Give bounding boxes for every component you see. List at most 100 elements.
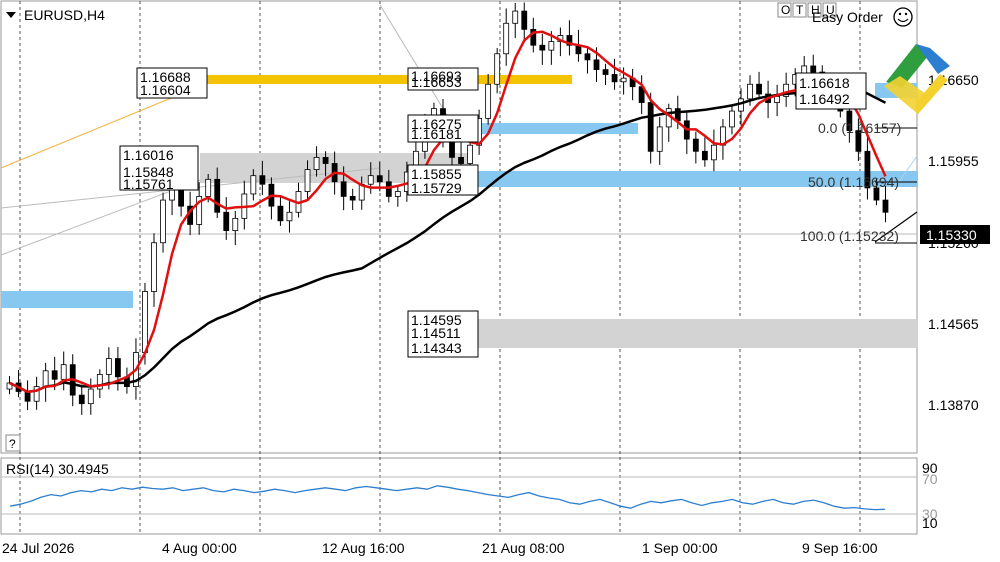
candle-body bbox=[747, 83, 753, 100]
rsi-level-label: 70 bbox=[922, 471, 938, 487]
time-tick: 1 Sep 00:00 bbox=[642, 540, 718, 556]
candle-body bbox=[313, 156, 320, 170]
candle-body bbox=[692, 138, 699, 152]
candle-body bbox=[494, 53, 501, 85]
toolbar-letter-o: O bbox=[781, 3, 790, 17]
symbol-title: EURUSD,H4 bbox=[24, 7, 105, 23]
rsi-title: RSI(14) 30.4945 bbox=[6, 461, 109, 477]
rsi-level-label: 10 bbox=[922, 515, 938, 531]
candle-body bbox=[87, 388, 94, 405]
smiley-icon bbox=[893, 7, 913, 27]
candle-body bbox=[105, 358, 112, 375]
zone-yellow bbox=[200, 75, 572, 84]
rsi-frame bbox=[0, 457, 918, 535]
candle-body bbox=[142, 291, 148, 353]
candle-body bbox=[701, 150, 708, 161]
time-tick: 9 Sep 16:00 bbox=[802, 540, 878, 556]
candle-body bbox=[250, 175, 257, 195]
candle-body bbox=[539, 44, 546, 51]
dropdown-triangle-icon bbox=[6, 12, 16, 18]
price-tick: 1.14565 bbox=[928, 316, 979, 332]
candle-body bbox=[322, 156, 329, 164]
candle-body bbox=[214, 178, 221, 213]
candle-body bbox=[656, 126, 663, 152]
rsi-axis: 90 70 30 10 bbox=[922, 460, 938, 531]
candle-body bbox=[51, 370, 58, 380]
question-label[interactable]: ? bbox=[9, 437, 16, 451]
candle-body bbox=[340, 181, 347, 197]
candle-body bbox=[548, 41, 555, 51]
level-label: 1.14343 bbox=[411, 340, 462, 356]
level-label: 1.16618 bbox=[799, 75, 850, 91]
level-label: 1.16653 bbox=[411, 74, 462, 90]
candle-body bbox=[304, 169, 311, 192]
candle-body bbox=[160, 199, 166, 244]
level-label: 1.16016 bbox=[123, 147, 174, 163]
level-label: 1.16604 bbox=[140, 82, 191, 98]
current-price-tag: 1.15330 bbox=[926, 227, 977, 243]
trendline-gray-3 bbox=[379, 4, 451, 121]
candle-body bbox=[232, 217, 239, 231]
level-label: 1.16492 bbox=[799, 91, 850, 107]
candle-body bbox=[277, 205, 284, 222]
level-label-group-1: 1.16688 1.16604 bbox=[136, 67, 208, 99]
candle-body bbox=[259, 175, 266, 185]
candle-body bbox=[774, 96, 781, 103]
candle-body bbox=[602, 69, 609, 75]
candle-body bbox=[512, 10, 519, 24]
toolbar-letter-t: T bbox=[796, 3, 804, 17]
candle-body bbox=[584, 53, 591, 61]
candle-body bbox=[205, 178, 212, 197]
level-label-group-2: 1.16016 1.15848 1.15761 bbox=[119, 145, 199, 192]
candle-body bbox=[611, 74, 618, 83]
candle-body bbox=[810, 65, 817, 73]
candle-body bbox=[458, 156, 464, 164]
zone-blue-middle-upper bbox=[478, 123, 638, 134]
price-tick: 1.13870 bbox=[928, 397, 979, 413]
time-tick: 12 Aug 16:00 bbox=[322, 540, 405, 556]
candle-body bbox=[729, 110, 735, 128]
candle-body bbox=[60, 364, 67, 380]
time-tick: 24 Jul 2026 bbox=[2, 540, 75, 556]
candle-body bbox=[42, 370, 49, 388]
rsi-line bbox=[9, 485, 885, 511]
candle-body bbox=[223, 211, 230, 231]
candle-body bbox=[394, 191, 401, 197]
candle-body bbox=[593, 59, 600, 71]
time-tick: 21 Aug 08:00 bbox=[482, 540, 565, 556]
fibo-label-100: 100.0 (1.15232) bbox=[800, 228, 899, 244]
level-label: 1.15729 bbox=[411, 180, 462, 196]
broker-logo-icon bbox=[884, 44, 950, 114]
chart-canvas: 1.16688 1.16604 1.16016 1.15848 1.15761 … bbox=[0, 0, 990, 556]
candle-body bbox=[367, 175, 374, 185]
fibo-label-50: 50.0 (1.15694) bbox=[808, 174, 899, 190]
candle-body bbox=[467, 144, 473, 164]
level-label-group-6: 1.14595 1.14511 1.14343 bbox=[407, 310, 479, 358]
level-label-group-7: 1.16618 1.16492 bbox=[795, 72, 867, 110]
level-label-group-4: 1.16275 1.16181 bbox=[407, 114, 479, 143]
candle-body bbox=[78, 394, 85, 405]
candle-body bbox=[286, 211, 293, 222]
candle-body bbox=[674, 108, 681, 122]
candle-body bbox=[376, 175, 383, 183]
candle-body bbox=[711, 144, 717, 161]
time-axis: 24 Jul 2026 4 Aug 00:00 12 Aug 16:00 21 … bbox=[2, 540, 878, 556]
candle-body bbox=[385, 181, 392, 197]
candle-body bbox=[151, 242, 157, 292]
zone-blue-left bbox=[1, 291, 133, 308]
level-label: 1.14511 bbox=[411, 325, 461, 341]
symbol-title-group: EURUSD,H4 bbox=[6, 7, 105, 23]
level-label: 1.16181 bbox=[411, 126, 462, 142]
level-label-group-3: 1.16693 1.16653 bbox=[407, 67, 479, 91]
candle-body bbox=[521, 10, 528, 30]
candle-body bbox=[114, 358, 121, 378]
candle-body bbox=[503, 22, 510, 55]
easy-order-label[interactable]: Easy Order bbox=[812, 9, 883, 25]
candle-body bbox=[349, 196, 356, 201]
candle-body bbox=[756, 83, 762, 95]
level-label: 1.15761 bbox=[123, 176, 174, 192]
price-tick: 1.15955 bbox=[928, 153, 979, 169]
time-tick: 4 Aug 00:00 bbox=[162, 540, 237, 556]
candle-body bbox=[647, 102, 654, 152]
level-label-group-5: 1.15855 1.15729 bbox=[407, 164, 479, 196]
